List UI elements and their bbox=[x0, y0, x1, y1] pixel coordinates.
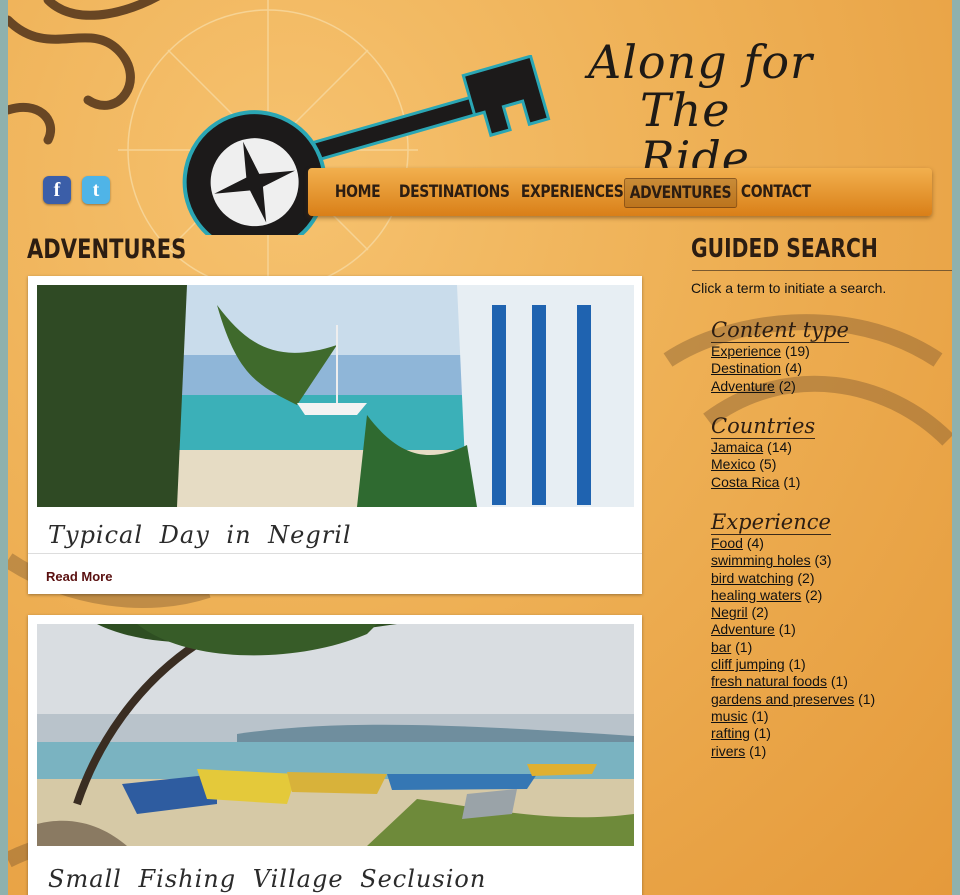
nav-experiences[interactable]: EXPERIENCES bbox=[516, 178, 628, 206]
facet-item[interactable]: bar (1) bbox=[711, 639, 875, 656]
facet-count: (2) bbox=[751, 604, 769, 621]
facet-term[interactable]: Jamaica bbox=[711, 439, 763, 455]
facet-count: (2) bbox=[778, 377, 796, 394]
facet-count: (1) bbox=[858, 690, 876, 707]
facet-count: (2) bbox=[805, 586, 823, 603]
facet-count: (1) bbox=[735, 638, 753, 655]
page-title: ADVENTURES bbox=[27, 234, 187, 265]
facet-count: (4) bbox=[746, 535, 764, 551]
site-title[interactable]: Along for The Ride bbox=[588, 38, 848, 182]
facet-item[interactable]: fresh natural foods (1) bbox=[711, 673, 875, 690]
facet-term[interactable]: cliff jumping bbox=[711, 656, 785, 672]
facet-item[interactable]: Food (4) bbox=[711, 535, 875, 552]
main-nav: HOME DESTINATIONS EXPERIENCES ADVENTURES… bbox=[308, 168, 932, 216]
facet-item[interactable]: Jamaica (14) bbox=[711, 439, 800, 456]
page-background: Along for The Ride f t HOME DESTINATIONS… bbox=[8, 0, 952, 895]
facet-term[interactable]: Adventure bbox=[711, 621, 775, 637]
facet-count: (19) bbox=[784, 343, 810, 359]
facet-item[interactable]: cliff jumping (1) bbox=[711, 656, 875, 673]
facet-term[interactable]: Adventure bbox=[711, 378, 775, 394]
nav-contact[interactable]: CONTACT bbox=[736, 178, 816, 206]
facet-term[interactable]: healing waters bbox=[711, 587, 801, 603]
facet-term[interactable]: Experience bbox=[711, 343, 781, 359]
facet-count: (1) bbox=[788, 656, 806, 673]
nav-destinations[interactable]: DESTINATIONS bbox=[394, 178, 514, 206]
facet-term[interactable]: Negril bbox=[711, 604, 748, 620]
facet-count: (1) bbox=[753, 725, 771, 742]
post-photo-beach[interactable] bbox=[37, 285, 634, 507]
facet-count: (4) bbox=[784, 360, 803, 377]
nav-home[interactable]: HOME bbox=[330, 178, 385, 206]
facet-item[interactable]: rivers (1) bbox=[711, 743, 875, 760]
facet-item[interactable]: healing waters (2) bbox=[711, 587, 875, 604]
post-title[interactable]: Small Fishing Village Seclusion bbox=[48, 865, 486, 893]
divider bbox=[692, 270, 952, 271]
facet-list-content-type: Experience (19) Destination (4) Adventur… bbox=[711, 343, 810, 395]
search-help-text: Click a term to initiate a search. bbox=[691, 280, 887, 296]
facet-item[interactable]: rafting (1) bbox=[711, 725, 875, 742]
nav-adventures[interactable]: ADVENTURES bbox=[624, 178, 737, 208]
facet-list-experience: Food (4) swimming holes (3) bird watchin… bbox=[711, 535, 875, 760]
facet-term[interactable]: Mexico bbox=[711, 456, 755, 472]
facet-item[interactable]: Mexico (5) bbox=[711, 456, 800, 473]
facet-title-countries: Countries bbox=[711, 414, 816, 439]
post-title[interactable]: Typical Day in Negril bbox=[48, 521, 352, 549]
facet-item[interactable]: Experience (19) bbox=[711, 343, 810, 360]
facet-list-countries: Jamaica (14) Mexico (5) Costa Rica (1) bbox=[711, 439, 800, 491]
facet-item[interactable]: Costa Rica (1) bbox=[711, 474, 800, 491]
facet-item[interactable]: gardens and preserves (1) bbox=[711, 691, 875, 708]
facet-term[interactable]: bar bbox=[711, 639, 731, 655]
facet-item[interactable]: Adventure (1) bbox=[711, 621, 875, 638]
facet-item[interactable]: Adventure (2) bbox=[711, 378, 810, 395]
facet-count: (1) bbox=[751, 707, 769, 724]
facet-item[interactable]: Destination (4) bbox=[711, 360, 810, 377]
facet-term[interactable]: fresh natural foods bbox=[711, 673, 827, 689]
post-card: Small Fishing Village Seclusion bbox=[28, 615, 642, 895]
divider bbox=[28, 553, 642, 554]
facet-item[interactable]: swimming holes (3) bbox=[711, 552, 875, 569]
facet-term[interactable]: Destination bbox=[711, 360, 781, 376]
facet-count: (14) bbox=[767, 439, 792, 455]
facet-term[interactable]: bird watching bbox=[711, 570, 794, 586]
guided-search-heading: GUIDED SEARCH bbox=[691, 234, 878, 264]
facet-count: (1) bbox=[749, 742, 767, 759]
facet-term[interactable]: music bbox=[711, 708, 748, 724]
facet-item[interactable]: bird watching (2) bbox=[711, 570, 875, 587]
facet-item[interactable]: Negril (2) bbox=[711, 604, 875, 621]
facet-term[interactable]: Costa Rica bbox=[711, 474, 779, 490]
facebook-icon[interactable]: f bbox=[43, 176, 71, 204]
facet-term[interactable]: gardens and preserves bbox=[711, 691, 854, 707]
facet-count: (1) bbox=[783, 473, 801, 490]
twitter-icon[interactable]: t bbox=[82, 176, 110, 204]
facet-term[interactable]: rafting bbox=[711, 725, 750, 741]
facet-title-experience: Experience bbox=[711, 510, 831, 535]
facet-count: (3) bbox=[814, 552, 832, 569]
facet-count: (5) bbox=[759, 456, 777, 473]
facet-count: (1) bbox=[830, 673, 848, 690]
post-photo-fishing-boats[interactable] bbox=[37, 624, 634, 846]
facet-term[interactable]: swimming holes bbox=[711, 552, 811, 568]
site-title-line-1: Along for bbox=[588, 35, 814, 89]
facet-count: (1) bbox=[778, 621, 796, 638]
facet-term[interactable]: rivers bbox=[711, 743, 745, 759]
facet-count: (2) bbox=[797, 569, 815, 586]
post-card: Typical Day in Negril Read More bbox=[28, 276, 642, 594]
facet-item[interactable]: music (1) bbox=[711, 708, 875, 725]
facet-term[interactable]: Food bbox=[711, 535, 743, 551]
facet-title-content-type: Content type bbox=[711, 318, 849, 343]
read-more-link[interactable]: Read More bbox=[46, 569, 112, 584]
